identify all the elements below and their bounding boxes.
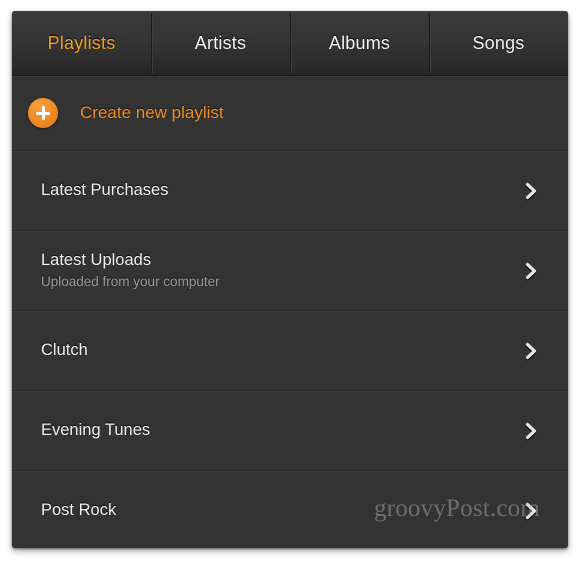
playlist-row-texts: Latest Uploads Uploaded from your comput…	[30, 250, 520, 292]
tab-playlists[interactable]: Playlists	[12, 11, 151, 75]
playlist-row-texts: Post Rock	[30, 500, 520, 521]
chevron-right-icon[interactable]	[520, 420, 542, 442]
app-window: Playlists Artists Albums Songs Create ne…	[12, 11, 568, 548]
playlist-list: Create new playlist Latest Purchases Lat…	[12, 76, 568, 548]
tab-artists[interactable]: Artists	[151, 11, 290, 75]
playlist-title: Latest Purchases	[41, 181, 169, 200]
playlist-title: Post Rock	[41, 501, 117, 520]
chevron-right-icon[interactable]	[520, 500, 542, 522]
tab-albums[interactable]: Albums	[290, 11, 429, 75]
chevron-right-icon[interactable]	[520, 180, 542, 202]
create-new-playlist-label: Create new playlist	[80, 103, 224, 122]
playlist-row-texts: Evening Tunes	[30, 420, 520, 441]
playlist-row-texts: Clutch	[30, 340, 520, 361]
playlist-row-texts: Latest Purchases	[30, 180, 520, 201]
playlist-row[interactable]: Latest Uploads Uploaded from your comput…	[12, 231, 568, 311]
playlist-row[interactable]: Clutch	[12, 311, 568, 391]
tab-albums-label: Albums	[328, 32, 391, 53]
plus-circle-icon	[28, 98, 58, 128]
chevron-right-icon[interactable]	[520, 260, 542, 282]
playlist-subtitle: Uploaded from your computer	[41, 274, 220, 290]
create-new-playlist-row[interactable]: Create new playlist	[12, 76, 568, 151]
tab-bar: Playlists Artists Albums Songs	[12, 11, 568, 76]
playlist-title: Latest Uploads	[41, 250, 152, 269]
tab-songs-label: Songs	[472, 32, 525, 53]
tab-playlists-label: Playlists	[47, 32, 116, 53]
playlist-row[interactable]: Evening Tunes	[12, 391, 568, 471]
tab-artists-label: Artists	[194, 32, 247, 53]
tab-songs[interactable]: Songs	[429, 11, 568, 75]
playlist-title: Evening Tunes	[41, 421, 151, 440]
playlist-title: Clutch	[41, 341, 88, 360]
playlist-row[interactable]: Latest Purchases	[12, 151, 568, 231]
chevron-right-icon[interactable]	[520, 340, 542, 362]
playlist-row[interactable]: Post Rock	[12, 471, 568, 548]
